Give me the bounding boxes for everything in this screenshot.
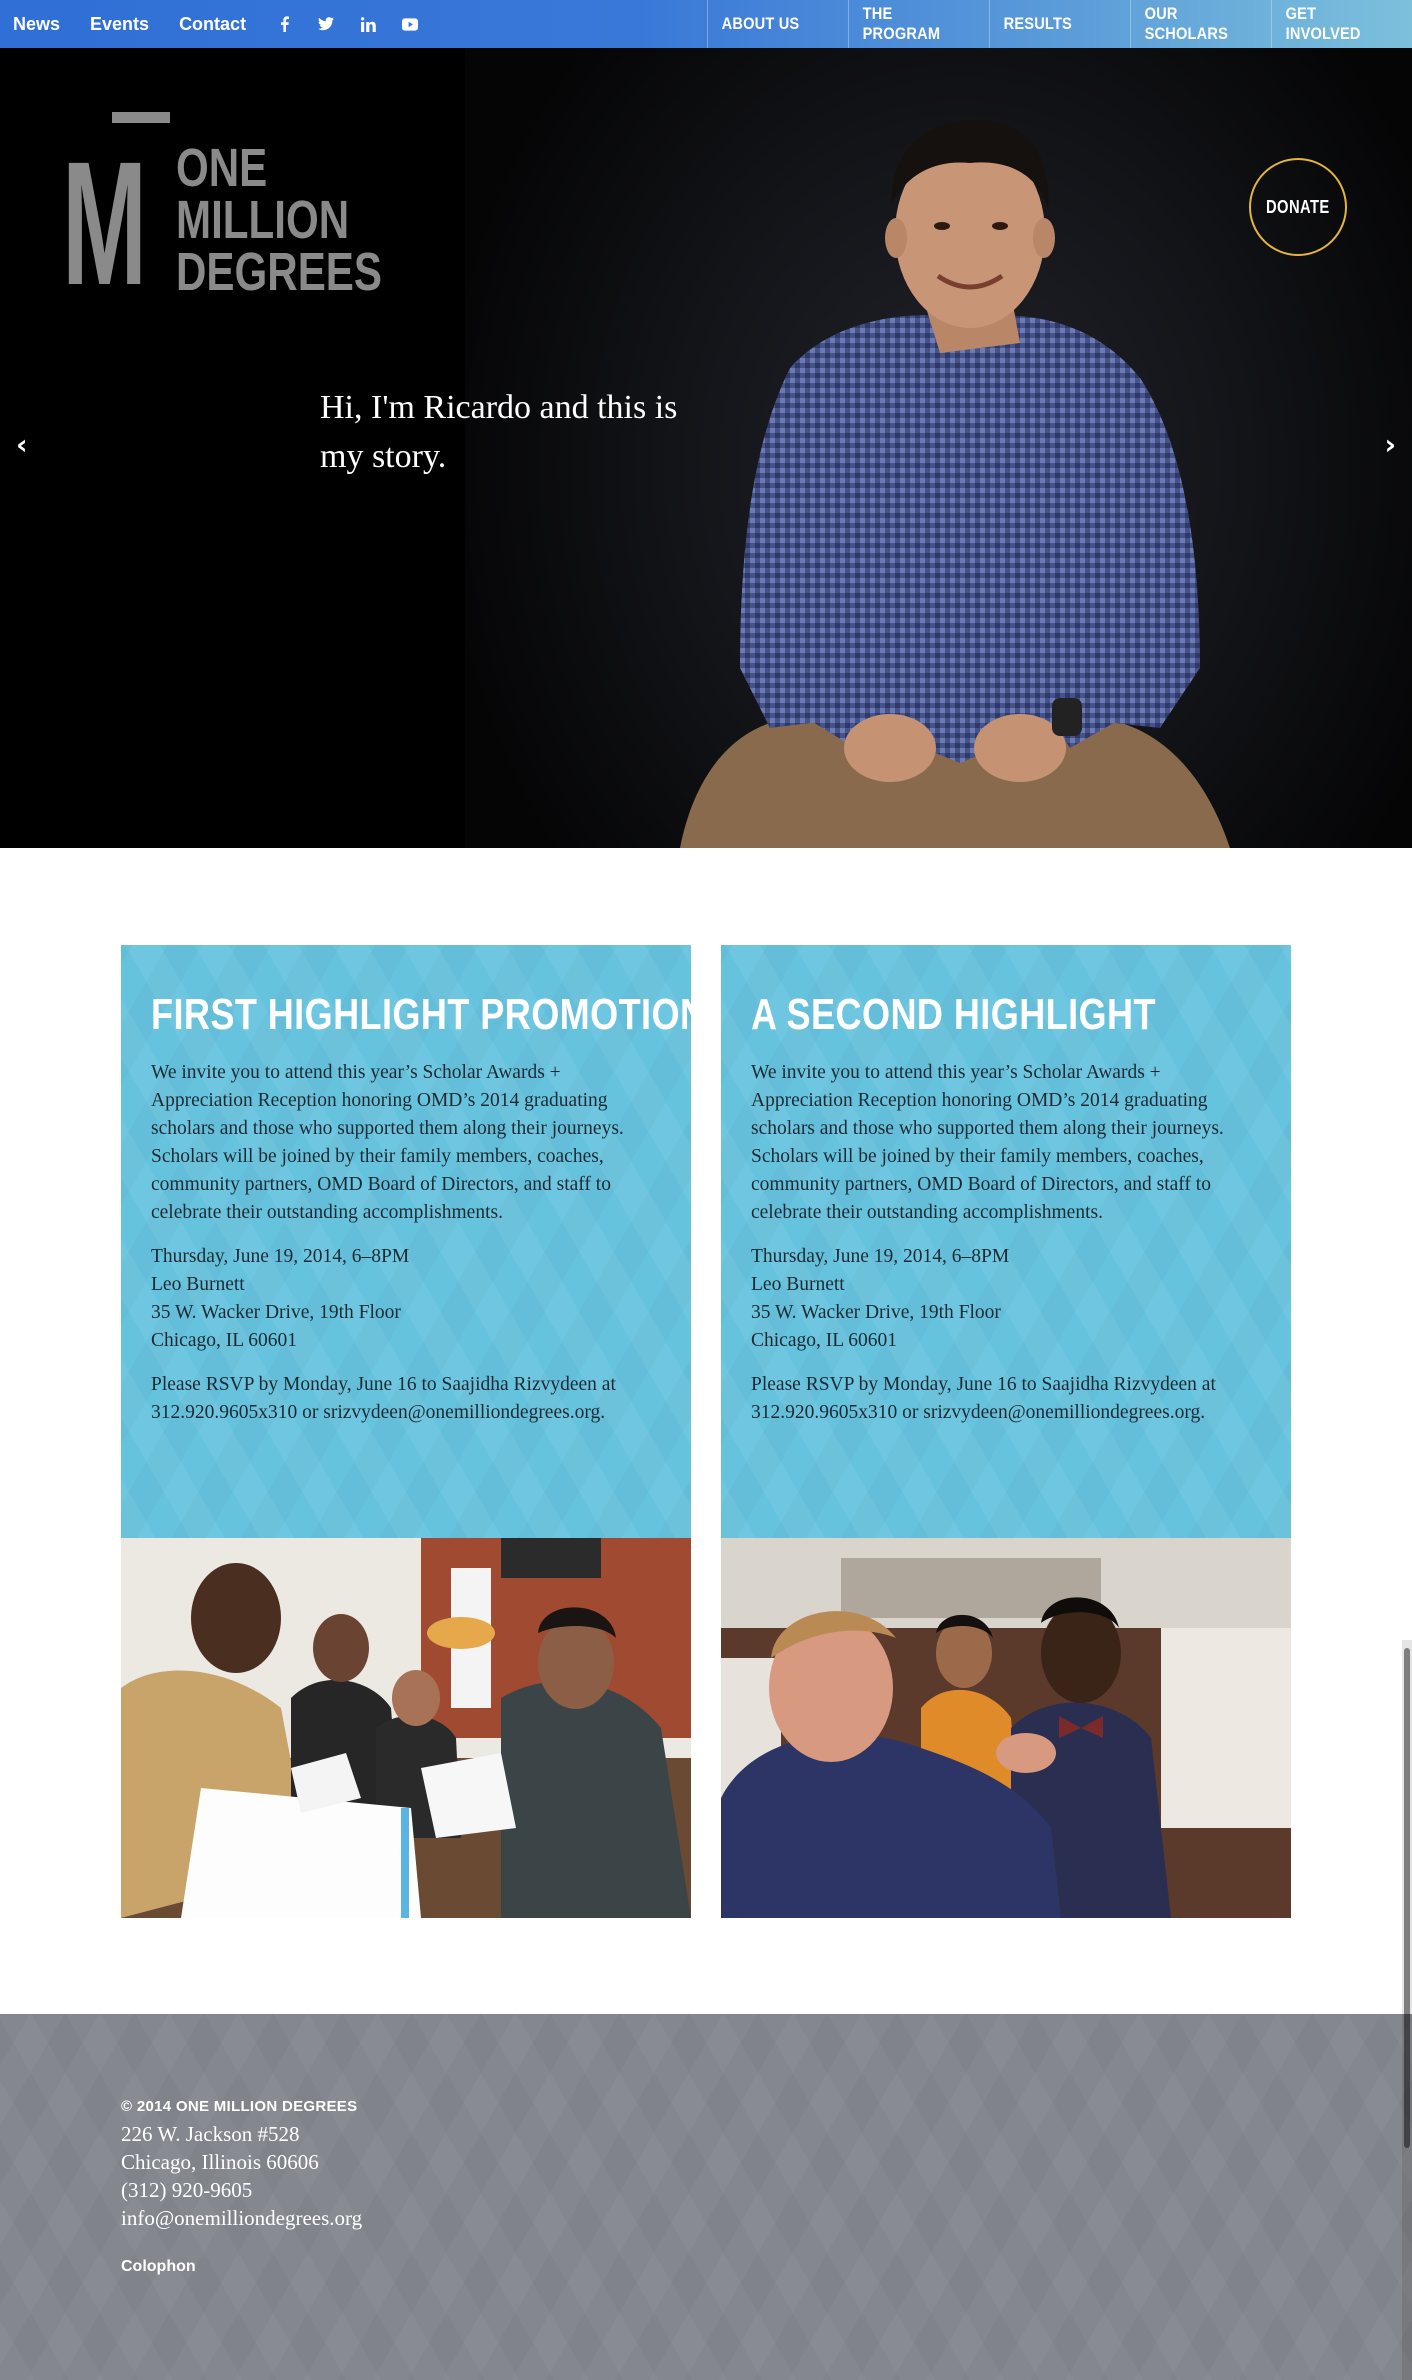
promo-street: 35 W. Wacker Drive, 19th Floor	[751, 1302, 1001, 1323]
site-footer: © 2014 ONE MILLION DEGREES 226 W. Jackso…	[0, 2014, 1412, 2380]
nav-about-us[interactable]: About Us	[707, 0, 828, 48]
promo-body: We invite you to attend this year’s Scho…	[751, 1062, 1224, 1223]
news-link[interactable]: News	[13, 14, 60, 35]
promo-photo-mentoring	[121, 1538, 691, 1918]
nav-about-us-label: About Us	[721, 14, 800, 33]
facebook-icon[interactable]	[276, 16, 292, 32]
footer-address: 226 W. Jackson #528 Chicago, Illinois 60…	[121, 2120, 362, 2232]
promo-event-date: Thursday, June 19, 2014, 6–8PM	[751, 1246, 1010, 1267]
logo-overbar	[112, 112, 170, 123]
top-nav-bar: News Events Contact About Us The Pro	[0, 0, 1412, 48]
hero-slider: M ONE MILLION DEGREES Hi, I'm Ricardo an…	[0, 48, 1412, 848]
slider-prev-arrow-icon[interactable]: ‹	[16, 428, 28, 461]
slider-next-arrow-icon[interactable]: ›	[1384, 428, 1396, 461]
logo-word-degrees: DEGREES	[176, 242, 382, 302]
promo-card-second: A Second Highlight We invite you to atte…	[721, 945, 1291, 1920]
promo-card-first: First Highlight Promotion We invite you …	[121, 945, 691, 1920]
promo-rsvp: Please RSVP by Monday, June 16 to Saajid…	[151, 1374, 616, 1423]
nav-get-involved-label: Get Involved	[1285, 4, 1361, 43]
site-logo[interactable]: M ONE MILLION DEGREES	[62, 112, 382, 312]
page-scrollbar[interactable]	[1402, 1640, 1412, 2380]
promo-venue: Leo Burnett	[151, 1274, 245, 1295]
hero-tagline: Hi, I'm Ricardo and this is my story.	[320, 389, 678, 475]
promo-title[interactable]: A Second Highlight	[751, 989, 1169, 1041]
nav-get-involved[interactable]: Get Involved	[1271, 0, 1392, 48]
social-links	[276, 16, 444, 32]
promo-title[interactable]: First Highlight Promotion	[151, 989, 691, 1041]
nav-the-program[interactable]: The Program	[848, 0, 969, 48]
logo-word-one: ONE	[176, 138, 268, 198]
twitter-icon[interactable]	[318, 16, 335, 32]
nav-the-program-label: The Program	[862, 4, 941, 43]
promo-city: Chicago, IL 60601	[151, 1330, 298, 1351]
youtube-icon[interactable]	[402, 16, 419, 32]
nav-our-scholars-label: Our Scholars	[1144, 4, 1229, 43]
scrollbar-thumb[interactable]	[1404, 1648, 1410, 2148]
promo-body: We invite you to attend this year’s Scho…	[151, 1062, 624, 1223]
footer-address-line2: Chicago, Illinois 60606	[121, 2150, 319, 2174]
promo-street: 35 W. Wacker Drive, 19th Floor	[151, 1302, 401, 1323]
contact-link[interactable]: Contact	[179, 14, 246, 35]
utility-nav: News Events Contact	[0, 0, 444, 48]
nav-results-label: Results	[1003, 14, 1072, 33]
promo-photo-bowtie	[721, 1538, 1291, 1918]
promo-rsvp: Please RSVP by Monday, June 16 to Saajid…	[751, 1374, 1216, 1423]
nav-our-scholars[interactable]: Our Scholars	[1130, 0, 1251, 48]
logo-wordmark: ONE MILLION DEGREES	[176, 138, 382, 302]
page: News Events Contact About Us The Pro	[0, 0, 1412, 2380]
footer-address-line1: 226 W. Jackson #528	[121, 2122, 300, 2146]
promo-event-date: Thursday, June 19, 2014, 6–8PM	[151, 1246, 410, 1267]
promo-city: Chicago, IL 60601	[751, 1330, 898, 1351]
promo-text-panel: A Second Highlight We invite you to atte…	[721, 945, 1291, 1538]
logo-word-million: MILLION	[176, 190, 350, 250]
main-nav: About Us The Program Results Our Scholar…	[707, 0, 1412, 48]
footer-phone[interactable]: (312) 920-9605	[121, 2176, 362, 2204]
nav-results[interactable]: Results	[989, 0, 1110, 48]
events-link[interactable]: Events	[90, 14, 149, 35]
hero-portrait-photo	[680, 120, 1230, 848]
colophon-link[interactable]: Colophon	[121, 2258, 196, 2276]
footer-copyright: © 2014 ONE MILLION DEGREES	[121, 2098, 358, 2115]
promo-event-details: Thursday, June 19, 2014, 6–8PM Leo Burne…	[151, 1243, 661, 1355]
linkedin-icon[interactable]	[360, 16, 376, 32]
footer-email-link[interactable]: info@onemilliondegrees.org	[121, 2204, 362, 2232]
donate-button[interactable]: DONATE	[1249, 158, 1347, 256]
promo-event-details: Thursday, June 19, 2014, 6–8PM Leo Burne…	[751, 1243, 1261, 1355]
logo-mark: M	[62, 126, 147, 322]
promo-venue: Leo Burnett	[751, 1274, 845, 1295]
donate-label: DONATE	[1266, 196, 1330, 217]
promo-text-panel: First Highlight Promotion We invite you …	[121, 945, 691, 1538]
